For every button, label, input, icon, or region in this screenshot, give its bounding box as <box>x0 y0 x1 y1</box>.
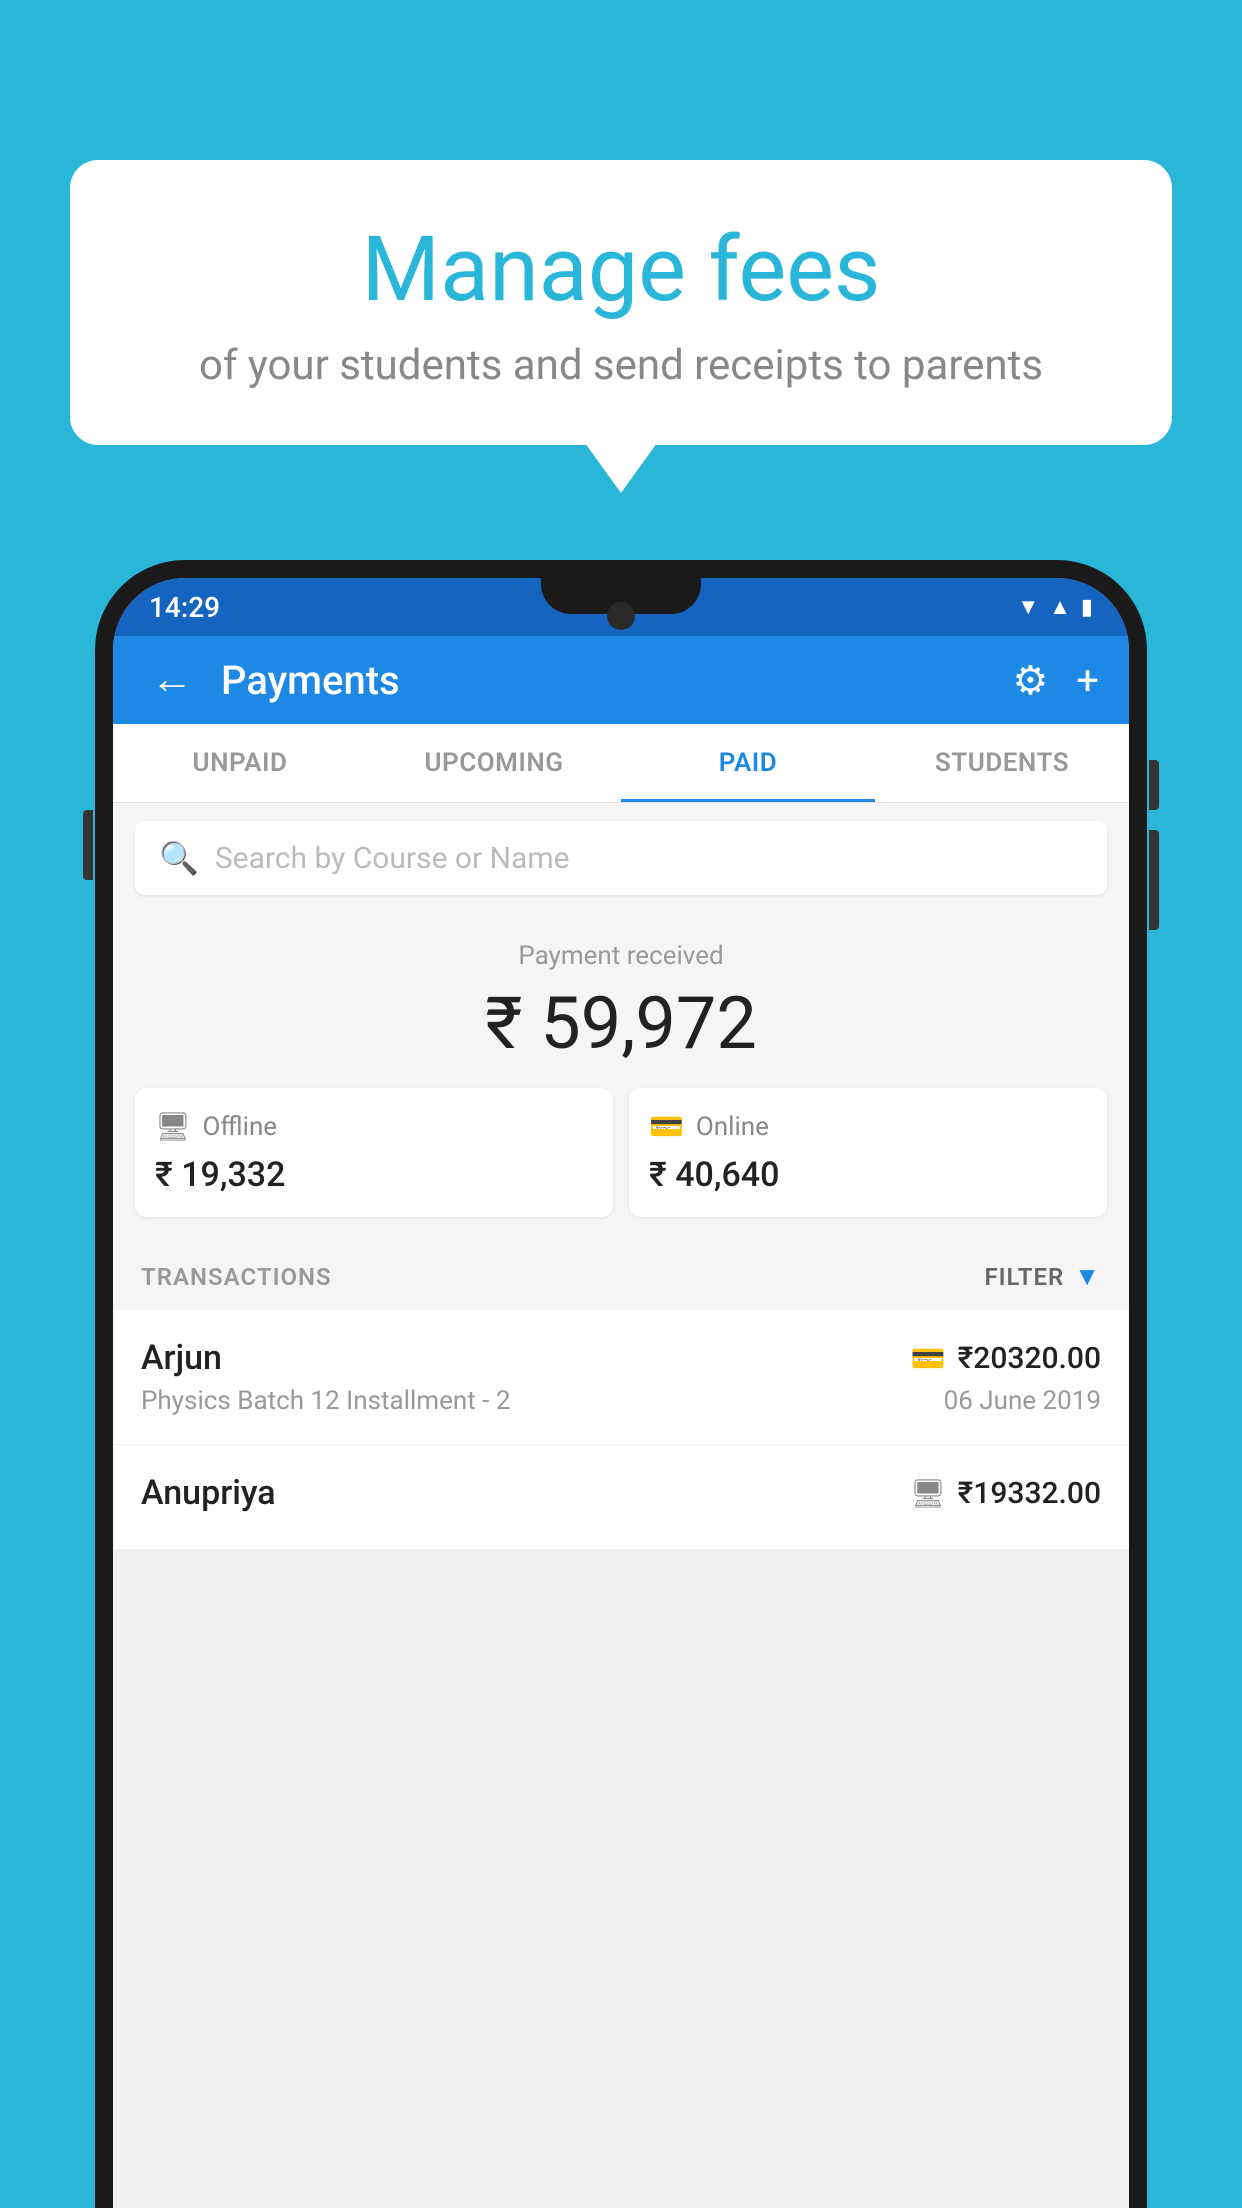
camera-notch <box>607 602 635 630</box>
payment-total-amount: ₹ 59,972 <box>135 981 1107 1066</box>
signal-icon: ▲ <box>1049 594 1071 620</box>
speech-bubble: Manage fees of your students and send re… <box>70 160 1172 445</box>
tab-students[interactable]: STUDENTS <box>875 724 1129 802</box>
payment-cards: 🖥 Offline ₹ 19,332 💳 Online ₹ 40,640 <box>135 1088 1107 1217</box>
tabs: UNPAID UPCOMING PAID STUDENTS <box>113 724 1129 803</box>
battery-icon: ▮ <box>1081 595 1093 620</box>
status-icons: ▼ ▲ ▮ <box>1017 594 1093 620</box>
tab-upcoming[interactable]: UPCOMING <box>367 724 621 802</box>
transaction-item[interactable]: Arjun 💳 ₹20320.00 Physics Batch 12 Insta… <box>113 1310 1129 1445</box>
transaction-amount-container: 🖥 ₹19332.00 <box>910 1476 1101 1511</box>
app-bar: ← Payments ⚙ + <box>113 636 1129 724</box>
search-input[interactable]: Search by Course or Name <box>215 841 570 876</box>
offline-label: Offline <box>203 1112 278 1142</box>
transaction-amount-container: 💳 ₹20320.00 <box>911 1341 1101 1376</box>
transaction-item[interactable]: Anupriya 🖥 ₹19332.00 <box>113 1445 1129 1550</box>
search-icon: 🔍 <box>159 839 199 877</box>
add-button[interactable]: + <box>1076 657 1099 704</box>
payment-received-label: Payment received <box>135 941 1107 971</box>
offline-card: 🖥 Offline ₹ 19,332 <box>135 1088 613 1217</box>
back-button[interactable]: ← <box>143 651 201 709</box>
phone-notch <box>541 578 701 614</box>
phone-container: 14:29 ▼ ▲ ▮ ← Payments ⚙ + UNPAID UPCO <box>95 560 1147 2208</box>
offline-amount: ₹ 19,332 <box>155 1155 593 1195</box>
filter-button[interactable]: FILTER ▼ <box>984 1261 1101 1292</box>
phone-screen: 14:29 ▼ ▲ ▮ ← Payments ⚙ + UNPAID UPCO <box>113 578 1129 2208</box>
transaction-amount: ₹20320.00 <box>958 1341 1101 1376</box>
online-icon: 💳 <box>649 1110 684 1143</box>
tab-unpaid[interactable]: UNPAID <box>113 724 367 802</box>
tab-paid[interactable]: PAID <box>621 724 875 802</box>
transaction-row-top: Arjun 💳 ₹20320.00 <box>141 1338 1101 1378</box>
speech-bubble-container: Manage fees of your students and send re… <box>70 160 1172 445</box>
offline-card-header: 🖥 Offline <box>155 1110 593 1143</box>
online-label: Online <box>696 1112 769 1142</box>
filter-icon: ▼ <box>1074 1261 1101 1292</box>
speech-bubble-subtitle: of your students and send receipts to pa… <box>130 341 1112 390</box>
offline-icon: 🖥 <box>155 1110 191 1143</box>
payment-summary: Payment received ₹ 59,972 🖥 Offline ₹ 19… <box>113 913 1129 1239</box>
app-bar-actions: ⚙ + <box>1012 657 1099 704</box>
wifi-icon: ▼ <box>1017 594 1039 620</box>
transaction-description: Physics Batch 12 Installment - 2 <box>141 1386 510 1416</box>
app-bar-title: Payments <box>221 657 992 704</box>
settings-button[interactable]: ⚙ <box>1012 657 1048 704</box>
online-amount: ₹ 40,640 <box>649 1155 1087 1195</box>
search-container: 🔍 Search by Course or Name <box>113 803 1129 913</box>
transactions-header: TRANSACTIONS FILTER ▼ <box>113 1239 1129 1310</box>
search-bar[interactable]: 🔍 Search by Course or Name <box>135 821 1107 895</box>
side-button-left <box>83 810 93 880</box>
transactions-label: TRANSACTIONS <box>141 1263 332 1291</box>
side-button-right-top <box>1149 760 1159 810</box>
side-button-right-bottom <box>1149 830 1159 930</box>
transaction-mode-icon-offline: 🖥 <box>910 1477 946 1510</box>
transaction-row-bottom: Physics Batch 12 Installment - 2 06 June… <box>141 1386 1101 1416</box>
transaction-amount: ₹19332.00 <box>958 1476 1101 1511</box>
status-time: 14:29 <box>149 591 220 624</box>
online-card: 💳 Online ₹ 40,640 <box>629 1088 1107 1217</box>
phone-outer: 14:29 ▼ ▲ ▮ ← Payments ⚙ + UNPAID UPCO <box>95 560 1147 2208</box>
transaction-row-top: Anupriya 🖥 ₹19332.00 <box>141 1473 1101 1513</box>
transaction-name: Arjun <box>141 1338 222 1378</box>
online-card-header: 💳 Online <box>649 1110 1087 1143</box>
transaction-name: Anupriya <box>141 1473 276 1513</box>
speech-bubble-title: Manage fees <box>130 220 1112 319</box>
transaction-mode-icon-online: 💳 <box>911 1342 946 1375</box>
transaction-list: Arjun 💳 ₹20320.00 Physics Batch 12 Insta… <box>113 1310 1129 1550</box>
filter-label: FILTER <box>984 1263 1064 1291</box>
transaction-date: 06 June 2019 <box>944 1386 1101 1416</box>
